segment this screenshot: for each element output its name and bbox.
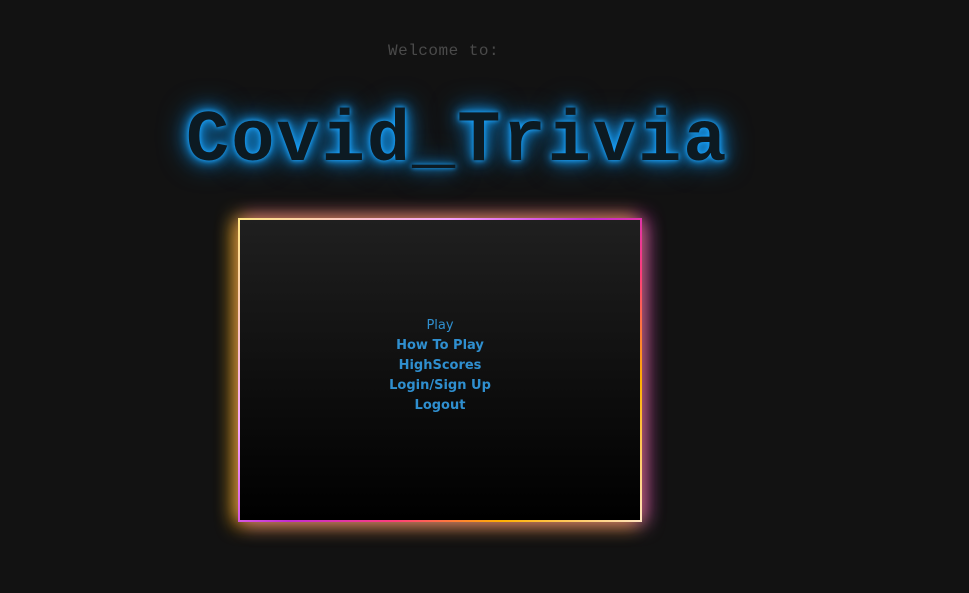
page-title: Covid_Trivia	[186, 100, 729, 182]
logout-link[interactable]: Logout	[415, 396, 466, 416]
welcome-text: Welcome to:	[388, 42, 500, 60]
how-to-play-link[interactable]: How To Play	[396, 336, 484, 356]
login-signup-link[interactable]: Login/Sign Up	[389, 376, 491, 396]
main-menu-panel: Play How To Play HighScores Login/Sign U…	[238, 218, 642, 522]
highscores-link[interactable]: HighScores	[399, 356, 482, 376]
play-link[interactable]: Play	[426, 316, 453, 336]
main-menu: Play How To Play HighScores Login/Sign U…	[240, 316, 640, 416]
